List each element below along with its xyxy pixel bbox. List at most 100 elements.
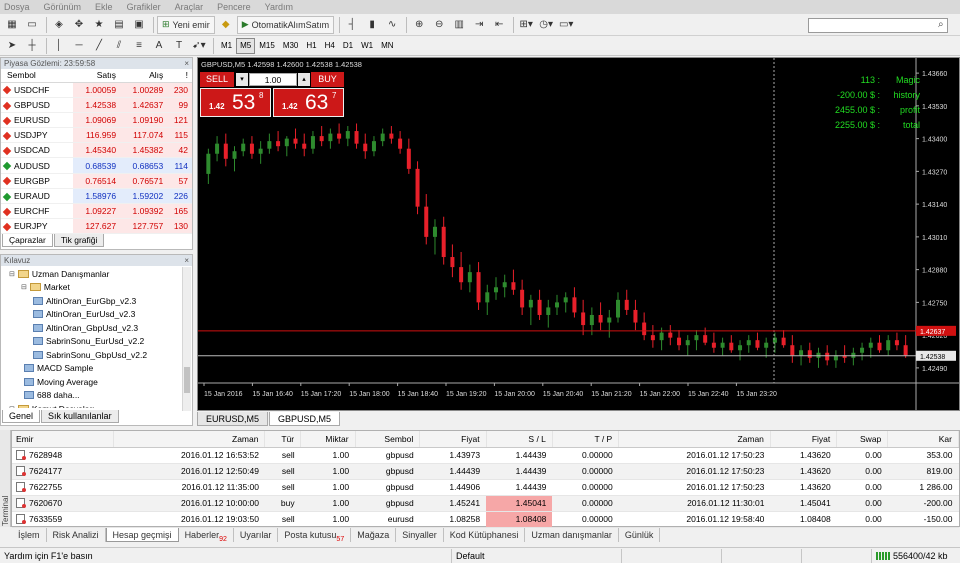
fibonacci-icon[interactable]: ≡ (130, 37, 148, 55)
zoom-out-icon[interactable]: ⊖ (430, 16, 448, 34)
buy-button[interactable]: BUY (311, 72, 344, 87)
col-3[interactable]: Miktar (300, 431, 356, 448)
navigator-icon[interactable]: ✥ (70, 16, 88, 34)
timeframe-m1[interactable]: M1 (217, 38, 236, 54)
lot-up-button[interactable]: ▴ (298, 73, 310, 86)
zoom-in-icon[interactable]: ⊕ (410, 16, 428, 34)
terminal-tab-6[interactable]: Mağaza (351, 527, 397, 542)
metaeditor-icon[interactable]: ◆ (217, 16, 235, 34)
terminal-tab-9[interactable]: Uzman danışmanlar (525, 527, 619, 542)
navigator-item[interactable]: ⊟ Komut Dosyaları (1, 402, 192, 408)
auto-trading-button[interactable]: ▶ OtomatikAlımSatım (236, 15, 335, 34)
navigator-item[interactable]: AltinOran_EurGbp_v2.3 (1, 294, 192, 308)
timeframe-mn[interactable]: MN (377, 38, 397, 54)
market-watch-row[interactable]: EURUSD 1.09069 1.09190 121 (1, 112, 192, 129)
menu-6[interactable]: Yardım (265, 2, 293, 12)
market-watch-row[interactable]: USDCHF 1.00059 1.00289 230 (1, 82, 192, 98)
nav-tab-1[interactable]: Sık kullanılanlar (41, 410, 119, 423)
navigator-item[interactable]: 688 daha... (1, 389, 192, 403)
navigator-scrollbar[interactable] (182, 267, 191, 411)
sell-price-box[interactable]: 1.42 53 8 (200, 88, 271, 117)
horizontal-line-icon[interactable]: ─ (70, 37, 88, 55)
navigator-item[interactable]: SabrinSonu_EurUsd_v2.2 (1, 335, 192, 349)
col-ask[interactable]: Alış (120, 69, 168, 83)
menu-2[interactable]: Ekle (95, 2, 113, 12)
tree-toggle-icon[interactable]: ⊟ (9, 270, 15, 278)
timeframe-m5[interactable]: M5 (236, 37, 256, 54)
tile-windows-icon[interactable]: ▥ (450, 16, 468, 34)
col-bid[interactable]: Satış (72, 69, 121, 83)
timeframe-h4[interactable]: H4 (321, 38, 339, 54)
history-row[interactable]: 7633559 2016.01.12 19:03:50 sell 1.00 eurusd… (12, 511, 959, 528)
terminal-tab-0[interactable]: İşlem (12, 527, 47, 542)
terminal-icon[interactable]: ▤ (110, 16, 128, 34)
menu-1[interactable]: Görünüm (44, 2, 82, 12)
chart-tab-1[interactable]: GBPUSD,M5 (269, 412, 341, 426)
timeframe-d1[interactable]: D1 (339, 38, 357, 54)
close-icon[interactable]: × (184, 256, 189, 265)
col-5[interactable]: Fiyat (419, 431, 487, 448)
navigator-item[interactable]: MACD Sample (1, 362, 192, 376)
chart-window[interactable]: 1.43660 1.43530 1.43400 1.43270 1.43140 1.430… (197, 57, 960, 411)
navigator-item[interactable]: AltinOran_GbpUsd_v2.3 (1, 321, 192, 335)
mw-tab-0[interactable]: Çaprazlar (2, 234, 53, 247)
nav-tab-0[interactable]: Genel (2, 410, 41, 423)
col-11[interactable]: Kar (887, 431, 959, 448)
col-7[interactable]: T / P (552, 431, 620, 448)
timeframe-m30[interactable]: M30 (279, 38, 303, 54)
market-watch-row[interactable]: EURGBP 0.76514 0.76571 57 (1, 173, 192, 189)
cursor-icon[interactable]: ➤ (3, 37, 21, 55)
col-8[interactable]: Zaman (618, 431, 771, 448)
trendline-icon[interactable]: ╱ (90, 37, 108, 55)
templates-icon[interactable]: ▭▾ (557, 16, 575, 34)
col-1[interactable]: Zaman (113, 431, 266, 448)
new-order-button[interactable]: ⊞ Yeni emir (157, 15, 215, 34)
search-input[interactable] (808, 18, 948, 33)
crosshair-icon[interactable]: ┼ (23, 37, 41, 55)
line-chart-icon[interactable]: ∿ (383, 16, 401, 34)
terminal-tab-10[interactable]: Günlük (619, 527, 661, 542)
text-icon[interactable]: A (150, 37, 168, 55)
scroll-thumb[interactable] (184, 367, 190, 393)
timeframe-w1[interactable]: W1 (357, 38, 377, 54)
col-0[interactable]: Emir (12, 431, 114, 448)
terminal-tab-7[interactable]: Sinyaller (396, 527, 444, 542)
col-4[interactable]: Sembol (355, 431, 421, 448)
sell-button[interactable]: SELL (200, 72, 234, 87)
new-chart-icon[interactable]: ▦ (3, 16, 21, 34)
terminal-tab-5[interactable]: Posta kutusu57 (278, 527, 352, 542)
col-spread[interactable]: ! (167, 69, 192, 83)
buy-price-box[interactable]: 1.42 63 7 (273, 88, 344, 117)
market-watch-row[interactable]: EURJPY 127.627 127.757 130 (1, 218, 192, 235)
market-watch-row[interactable]: EURCHF 1.09227 1.09392 165 (1, 203, 192, 220)
history-row[interactable]: 7622755 2016.01.12 11:35:00 sell 1.00 gbpusd… (12, 479, 959, 496)
vertical-line-icon[interactable]: │ (50, 37, 68, 55)
market-watch-row[interactable]: USDCAD 1.45340 1.45382 42 (1, 142, 192, 159)
strategy-tester-icon[interactable]: ▣ (130, 16, 148, 34)
menu-0[interactable]: Dosya (4, 2, 30, 12)
history-row[interactable]: 7628948 2016.01.12 16:53:52 sell 1.00 gbpusd… (12, 447, 959, 464)
terminal-tab-3[interactable]: Haberler92 (179, 527, 234, 542)
col-2[interactable]: Tür (264, 431, 302, 448)
market-watch-row[interactable]: GBPUSD 1.42538 1.42637 99 (1, 97, 192, 113)
market-watch-row[interactable]: USDJPY 116.959 117.074 115 (1, 127, 192, 144)
navigator-item[interactable]: AltinOran_EurUsd_v2.3 (1, 308, 192, 322)
periods-icon[interactable]: ◷▾ (537, 16, 555, 34)
chart-shift-icon[interactable]: ⇥ (470, 16, 488, 34)
autoscroll-icon[interactable]: ⇤ (490, 16, 508, 34)
market-watch-row[interactable]: EURAUD 1.58976 1.59202 226 (1, 188, 192, 205)
lot-down-button[interactable]: ▾ (236, 73, 248, 86)
col-symbol[interactable]: Sembol (1, 69, 73, 83)
tree-toggle-icon[interactable]: ⊟ (21, 283, 27, 291)
candlestick-icon[interactable]: ▮ (363, 16, 381, 34)
search-icon[interactable]: ⌕ (938, 19, 944, 30)
chart-tab-0[interactable]: EURUSD,M5 (197, 412, 269, 426)
timeframe-m15[interactable]: M15 (255, 38, 279, 54)
timeframe-h1[interactable]: H1 (302, 38, 320, 54)
lot-input[interactable] (249, 73, 297, 86)
history-row[interactable]: 7624177 2016.01.12 12:50:49 sell 1.00 gbpusd… (12, 463, 959, 480)
market-watch-row[interactable]: AUDUSD 0.68539 0.68653 114 (1, 157, 192, 174)
history-row[interactable]: 7620670 2016.01.12 10:00:00 buy 1.00 gbpusd 1… (12, 495, 959, 512)
menu-4[interactable]: Araçlar (175, 2, 204, 12)
terminal-tab-8[interactable]: Kod Kütüphanesi (444, 527, 526, 542)
